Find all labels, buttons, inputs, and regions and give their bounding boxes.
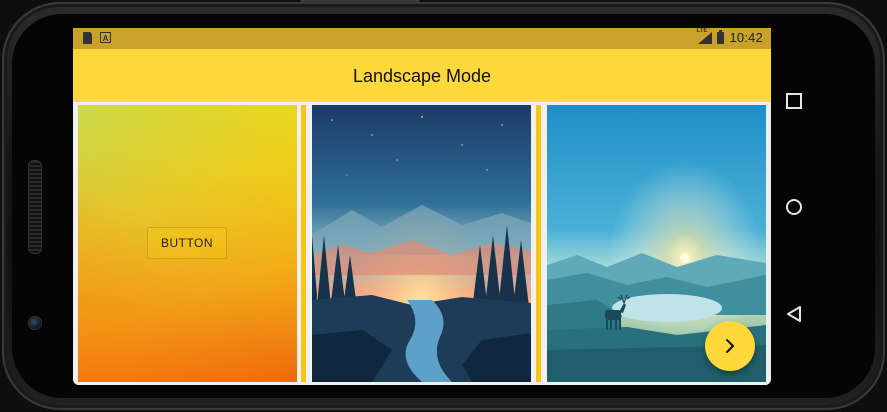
a-notification-icon: A bbox=[100, 32, 111, 43]
screen: A LTE 10:42 Landscape Mode BUTTON bbox=[73, 28, 771, 385]
divider bbox=[301, 105, 306, 382]
app-bar: Landscape Mode bbox=[73, 49, 771, 102]
back-triangle-icon[interactable] bbox=[786, 305, 802, 323]
panel-button[interactable]: BUTTON bbox=[147, 227, 227, 259]
gradient-panel: BUTTON bbox=[78, 105, 297, 382]
status-time: 10:42 bbox=[729, 30, 763, 45]
front-camera bbox=[28, 316, 42, 330]
page-title: Landscape Mode bbox=[352, 66, 492, 86]
recents-square-icon[interactable] bbox=[786, 93, 802, 109]
lte-signal-icon: LTE bbox=[696, 28, 713, 44]
speaker-grille bbox=[28, 160, 42, 254]
home-circle-icon[interactable] bbox=[786, 199, 802, 215]
battery-icon bbox=[717, 29, 725, 44]
panels-row: BUTTON bbox=[73, 102, 771, 385]
divider bbox=[536, 105, 541, 382]
next-fab-button[interactable] bbox=[705, 321, 755, 371]
chevron-right-icon bbox=[726, 339, 734, 353]
sd-card-icon bbox=[83, 32, 92, 44]
status-bar: A LTE 10:42 bbox=[73, 28, 771, 49]
power-button bbox=[300, 0, 420, 4]
forest-river-image bbox=[312, 105, 531, 382]
